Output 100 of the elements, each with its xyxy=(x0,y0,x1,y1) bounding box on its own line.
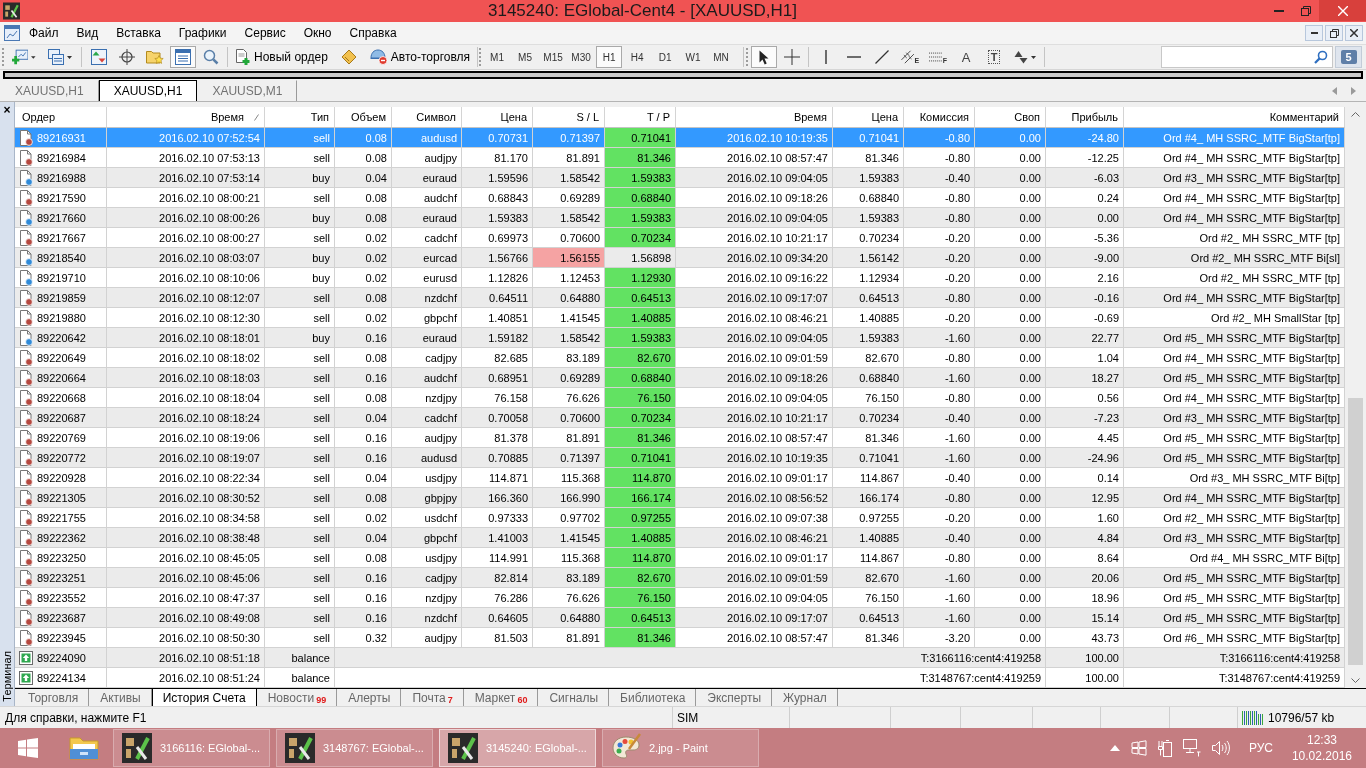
horizontal-line-icon xyxy=(847,56,862,58)
timeframe-button[interactable]: W1 xyxy=(680,46,707,68)
table-row[interactable]: 89220772 2016.02.10 08:19:07 sell 0.16 audusd 0.70885 0.71397 0.71041 2016.02.10 10:19:35 0.71041 -1.60 0.00 -24.96 Ord #5_ MH SSRC_MTF BigStar[tp] xyxy=(15,448,1345,468)
start-icon xyxy=(17,738,38,758)
order-number: 89220772 xyxy=(37,451,86,464)
table-row[interactable]: 89216931 2016.02.10 07:52:54 sell 0.08 audusd 0.70731 0.71397 0.71041 2016.02.10 10:19:35 0.71041 -0.80 0.00 -24.80 Ord #4_ MH SSRC_MTF BigStar[tp] xyxy=(15,128,1345,148)
table-cell: 81.346 xyxy=(605,148,676,168)
cursor-tool-button[interactable] xyxy=(751,46,778,68)
table-cell: 0.68840 xyxy=(605,368,676,388)
folder-icon xyxy=(69,735,99,761)
messages-button[interactable]: 5 xyxy=(1335,46,1362,68)
restore-button[interactable] xyxy=(1325,25,1343,41)
close-button[interactable] xyxy=(1345,25,1363,41)
table-row[interactable]: 89221305 2016.02.10 08:30:52 sell 0.08 gbpjpy 166.360 166.990 166.174 2016.02.10 08:56:52 166.174 -0.80 0.00 12.95 Ord #4_ MH SSRC_MTF BigStar[tp] xyxy=(15,488,1345,508)
order-number: 89221755 xyxy=(37,511,86,524)
label-glyph: T xyxy=(987,50,1001,64)
network-icon[interactable] xyxy=(1182,739,1201,757)
window-plus-icon xyxy=(12,49,29,65)
caret-icon xyxy=(67,55,72,59)
table-row[interactable]: 89222362 2016.02.10 08:38:48 sell 0.04 gbpchf 1.41003 1.41545 1.40885 2016.02.10 08:46:21 1.40885 -0.40 0.00 4.84 Ord #3_ MH SSRC_MTF BigStar[tp] xyxy=(15,528,1345,548)
menu-item[interactable]: Сервис xyxy=(235,22,295,44)
order-number: 89220668 xyxy=(37,391,86,404)
text-tool-button[interactable]: A xyxy=(953,46,980,68)
order-number: 89224134 xyxy=(37,671,86,684)
timeframe-button[interactable]: MN xyxy=(708,46,735,68)
table-cell: 82.670 xyxy=(605,348,676,368)
arrows-icon xyxy=(1014,50,1029,64)
scroll-right-icon[interactable] xyxy=(1351,86,1356,95)
table-row[interactable]: 89224134 2016.02.10 08:51:24 balance T:3148767:cent4:419259 100.00 T:3148767:cent4:419259 xyxy=(15,668,1345,688)
table-row[interactable]: 89217660 2016.02.10 08:00:26 buy 0.08 euraud 1.59383 1.58542 1.59383 2016.02.10 09:04:05 1.59383 -0.80 0.00 0.00 Ord #4_ MH SSRC_MTF BigStar[tp] xyxy=(15,208,1345,228)
connection-bars-icon xyxy=(1242,710,1264,725)
table-row[interactable]: 89216988 2016.02.10 07:53:14 buy 0.04 euraud 1.59596 1.58542 1.59383 2016.02.10 09:04:05 1.59383 -0.40 0.00 -6.03 Ord #3_ MH SSRC_MTF BigStar[tp] xyxy=(15,168,1345,188)
flag-icon[interactable] xyxy=(1130,740,1147,756)
chart-tab[interactable]: XAUUSD,M1 xyxy=(197,80,298,101)
restore-icon xyxy=(1300,5,1311,16)
table-row[interactable]: 89220687 2016.02.10 08:18:24 sell 0.04 cadchf 0.70058 0.70600 0.70234 2016.02.10 10:21:17 0.70234 -0.40 0.00 -7.23 Ord #3_ MH SSRC_MTF BigStar[tp] xyxy=(15,408,1345,428)
order-number: 89217660 xyxy=(37,211,86,224)
timeframe-button[interactable]: D1 xyxy=(652,46,679,68)
minimize-icon xyxy=(1273,9,1284,12)
chevron-up-icon[interactable] xyxy=(1109,745,1120,751)
timeframe-button[interactable]: M30 xyxy=(568,46,595,68)
label-tool-button[interactable]: T xyxy=(981,46,1008,68)
menu-item[interactable]: Графики xyxy=(169,22,236,44)
order-number: 89222362 xyxy=(37,531,86,544)
panel-title: Терминал xyxy=(1,651,13,702)
search-field[interactable] xyxy=(1161,46,1333,68)
list-window-icon xyxy=(175,49,191,65)
panel-tab[interactable]: История Счета xyxy=(151,689,257,707)
folder-star-icon xyxy=(146,49,164,65)
table-row[interactable]: 89220642 2016.02.10 08:18:01 buy 0.16 euraud 1.59182 1.58542 1.59383 2016.02.10 09:04:05 1.59383 -1.60 0.00 22.77 Ord #5_ MH SSRC_MTF BigStar[tp] xyxy=(15,328,1345,348)
minimize-button[interactable] xyxy=(1305,25,1323,41)
close-icon xyxy=(1350,29,1358,37)
menu-item[interactable]: Файл xyxy=(20,22,68,44)
scroll-left-icon[interactable] xyxy=(1332,86,1337,95)
table-row[interactable]: 89224090 2016.02.10 08:51:18 balance T:3166116:cent4:419258 100.00 T:3166116:cent4:419258 xyxy=(15,648,1345,668)
new-order-button[interactable]: Новый ордер xyxy=(231,46,332,68)
chart-window-icon xyxy=(4,25,20,41)
table-row[interactable]: 89220664 2016.02.10 08:18:03 sell 0.16 audchf 0.68951 0.69289 0.68840 2016.02.10 09:18:26 0.68840 -1.60 0.00 18.27 Ord #5_ MH SSRC_MTF BigStar[tp] xyxy=(15,368,1345,388)
scroll-thumb[interactable] xyxy=(1348,397,1363,665)
order-number: 89216988 xyxy=(37,171,86,184)
menu-item[interactable]: Справка xyxy=(340,22,406,44)
order-number: 89220687 xyxy=(37,411,86,424)
table-row[interactable]: 89223945 2016.02.10 08:50:30 sell 0.32 audjpy 81.503 81.891 81.346 2016.02.10 08:57:47 81.346 -3.20 0.00 43.73 Ord #6_ MH SSRC_MTF BigStar[tp] xyxy=(15,628,1345,648)
logo-icon xyxy=(122,733,152,763)
terminal-button[interactable] xyxy=(170,46,196,68)
table-row[interactable]: 89223687 2016.02.10 08:49:08 sell 0.16 nzdchf 0.64605 0.64880 0.64513 2016.02.10 09:17:07 0.64513 -1.60 0.00 15.14 Ord #5_ MH SSRC_MTF BigStar[tp] xyxy=(15,608,1345,628)
table-row[interactable]: 89223251 2016.02.10 08:45:06 sell 0.16 cadjpy 82.814 83.189 82.670 2016.02.10 09:01:59 82.670 -1.60 0.00 20.06 Ord #5_ MH SSRC_MTF BigStar[tp] xyxy=(15,568,1345,588)
table-cell: 81.346 xyxy=(605,428,676,448)
auto-trading-button[interactable]: Авто-торговля xyxy=(365,46,475,68)
status-text: Для справки, нажмите F1 xyxy=(5,710,147,725)
battery-plug-icon[interactable] xyxy=(1157,739,1172,757)
order-number: 89220642 xyxy=(37,331,86,344)
close-icon xyxy=(1337,5,1348,16)
scroll-up-icon xyxy=(1351,112,1360,117)
menu-item[interactable]: Вставка xyxy=(107,22,170,44)
speaker-icon[interactable] xyxy=(1211,740,1230,756)
windows-stack-icon xyxy=(48,49,64,65)
menu-item[interactable]: Окно xyxy=(294,22,341,44)
table-cell: 1.59383 xyxy=(605,168,676,188)
menu-item[interactable]: Вид xyxy=(67,22,108,44)
order-number: 89218540 xyxy=(37,251,86,264)
chart-tab[interactable]: XAUUSD,H1 xyxy=(0,80,99,101)
search-icon xyxy=(1314,50,1328,64)
logo-icon xyxy=(448,733,478,763)
logo-icon xyxy=(285,733,315,763)
timeframe-button[interactable]: M5 xyxy=(512,46,539,68)
table-cell: 82.670 xyxy=(605,568,676,588)
diagonal-line-icon xyxy=(875,50,890,64)
table-cell: 76.150 xyxy=(605,588,676,608)
close-button[interactable]: × xyxy=(1,104,13,116)
table-row[interactable]: 89218540 2016.02.10 08:03:07 buy 0.02 eurcad 1.56766 1.56155 1.56898 2016.02.10 09:34:20 1.56142 -0.20 0.00 -9.00 Ord #2_ MH SSRC_MTF Bi[sl] xyxy=(15,248,1345,268)
timeframe-button[interactable]: M1 xyxy=(484,46,511,68)
order-number: 89216931 xyxy=(37,131,86,144)
vertical-line-icon xyxy=(825,50,828,64)
timeframe-button[interactable]: H4 xyxy=(624,46,651,68)
chart-tab[interactable]: XAUUSD,H1 xyxy=(98,80,198,101)
table-row[interactable]: 89219859 2016.02.10 08:12:07 sell 0.08 nzdchf 0.64511 0.64880 0.64513 2016.02.10 09:17:07 0.64513 -0.80 0.00 -0.16 Ord #4_ MH SSRC_MTF BigStar[tp] xyxy=(15,288,1345,308)
timeframe-button[interactable]: M15 xyxy=(540,46,567,68)
table-cell: 1.56155 xyxy=(533,248,605,268)
timeframe-button[interactable]: H1 xyxy=(596,46,623,68)
